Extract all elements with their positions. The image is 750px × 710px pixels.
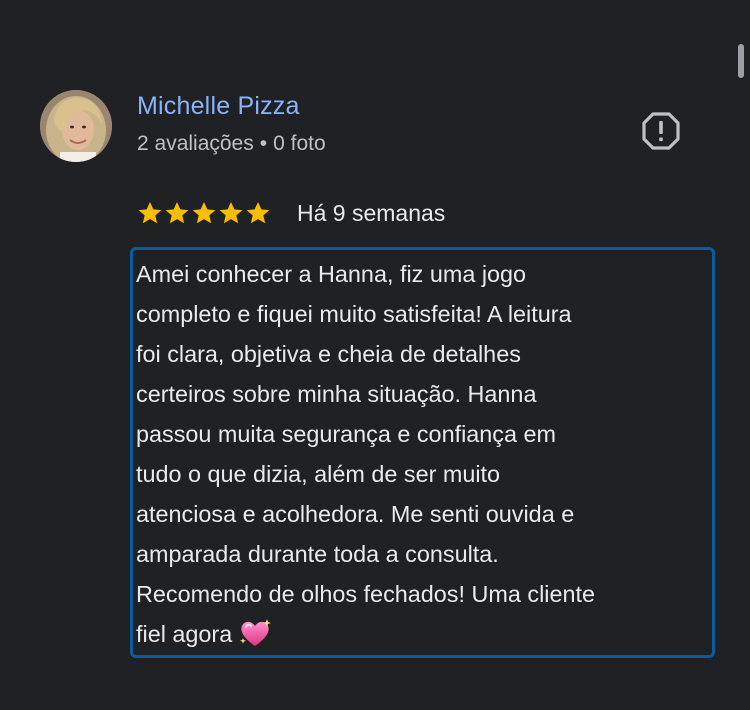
review-line: amparada durante toda a consulta. xyxy=(136,541,499,567)
review-text: Amei conhecer a Hanna, fiz uma jogo comp… xyxy=(136,254,708,660)
star-icon xyxy=(246,201,270,224)
reviewer-meta: 2 avaliações • 0 foto xyxy=(137,132,326,156)
review-line: completo e fiquei muito satisfeita! A le… xyxy=(136,301,572,327)
photos-count: 0 foto xyxy=(273,132,326,155)
meta-separator: • xyxy=(259,132,268,155)
star-icon xyxy=(138,201,162,224)
reviews-count: 2 avaliações xyxy=(137,132,254,155)
report-button[interactable] xyxy=(641,111,681,151)
avatar-photo xyxy=(40,90,112,162)
star-rating xyxy=(137,200,271,226)
review-line: passou muita segurança e confiança em xyxy=(136,421,556,447)
star-icon xyxy=(165,201,189,224)
report-flag-icon xyxy=(642,112,680,150)
review-line-text: fiel agora xyxy=(136,621,233,647)
review-date: Há 9 semanas xyxy=(297,199,446,226)
rating-row: Há 9 semanas xyxy=(137,198,445,228)
star-icon xyxy=(219,201,243,224)
reviewer-name[interactable]: Michelle Pizza xyxy=(137,92,300,121)
review-line: atenciosa e acolhedora. Me senti ouvida … xyxy=(136,501,575,527)
avatar[interactable] xyxy=(40,90,112,162)
review-line: Recomendo de olhos fechados! Uma cliente xyxy=(136,581,595,607)
sparkling-heart-icon xyxy=(238,618,272,660)
review-line: certeiros sobre minha situação. Hanna xyxy=(136,381,537,407)
review-line: tudo o que dizia, além de ser muito xyxy=(136,461,501,487)
star-icon xyxy=(192,201,216,224)
review-line: foi clara, objetiva e cheia de detalhes xyxy=(136,341,521,367)
review-line: Amei conhecer a Hanna, fiz uma jogo xyxy=(136,261,527,287)
review-card: Michelle Pizza 2 avaliações • 0 foto Há 9 … xyxy=(0,0,750,710)
review-line-last: fiel agora xyxy=(136,614,708,660)
scrollbar-thumb[interactable] xyxy=(738,44,744,78)
